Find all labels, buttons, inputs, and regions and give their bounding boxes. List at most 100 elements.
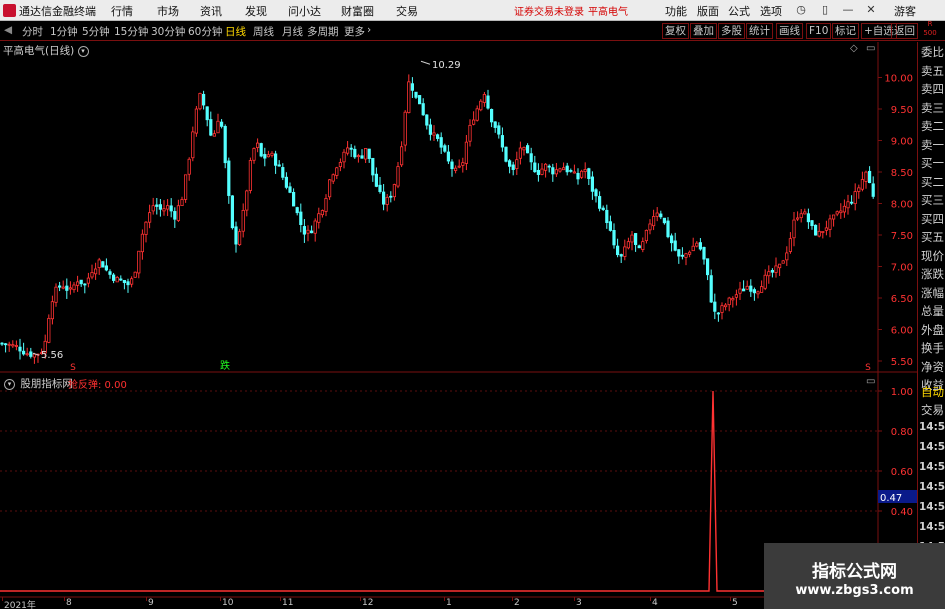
indicator-tick-label-1: 0.60: [891, 467, 913, 478]
candle-body-155: [558, 168, 562, 172]
candle-body-227: [817, 230, 821, 237]
candle-body-189: [680, 254, 685, 257]
candle-body-175: [630, 234, 634, 243]
date-axis-tick-1: [64, 597, 65, 601]
corner-badge-top: R: [927, 20, 933, 28]
candle-body-108: [389, 195, 393, 198]
main-pane-title[interactable]: 平高电气(日线) ▾: [3, 43, 91, 58]
candle-body-118: [425, 114, 429, 126]
candle-body-166: [598, 196, 602, 209]
quote-label-10: 买五: [921, 230, 944, 244]
candle-body-8: [29, 351, 33, 357]
candle-body-30: [108, 271, 112, 275]
candle-body-167: [601, 207, 605, 210]
candle-body-240: [864, 171, 868, 182]
candle-body-49: [176, 205, 180, 221]
tick-time-2: 14:56: [919, 461, 945, 473]
price-tick-label-5: 8.00: [891, 200, 913, 211]
candle-body-188: [677, 249, 681, 257]
candle-body-139: [500, 135, 505, 148]
die-signal-marker: 跌: [220, 359, 230, 372]
indicator-tick-label-2: 0.80: [891, 427, 913, 438]
chevron-down-icon[interactable]: ▾: [4, 379, 15, 390]
date-axis-label-2: 9: [148, 598, 154, 608]
candle-body-88: [317, 213, 321, 223]
candle-body-102: [367, 148, 371, 159]
candle-body-157: [565, 165, 569, 173]
indicator-tick-label-0: 0.40: [891, 507, 913, 518]
candle-body-32: [115, 276, 119, 283]
window-icon-2[interactable]: ▭: [866, 376, 875, 387]
candle-body-144: [518, 147, 523, 159]
auto-trade-label-0[interactable]: 自动: [921, 384, 944, 400]
candle-body-127: [457, 165, 461, 168]
tick-time-0: 14:56: [919, 421, 945, 433]
quote-label-11: 现价: [921, 248, 944, 263]
candle-body-96: [345, 147, 350, 154]
candle-body-146: [526, 145, 530, 154]
candle-body-203: [731, 298, 735, 301]
date-axis-tick-3: [220, 597, 221, 601]
candle-body-117: [421, 103, 425, 116]
candle-body-20: [72, 284, 76, 291]
candle-body-142: [511, 164, 515, 170]
candle-body-205: [738, 288, 742, 294]
candle-body-216: [778, 263, 782, 269]
candle-body-179: [644, 229, 649, 242]
candle-body-42: [151, 205, 155, 212]
candle-body-16: [58, 285, 62, 288]
candle-body-94: [338, 162, 343, 167]
watermark-url: www.zbgs3.com: [795, 583, 914, 598]
date-axis-tick-5: [360, 597, 361, 601]
quote-label-0: 委比: [921, 45, 944, 59]
candle-body-135: [486, 95, 490, 109]
candle-body-17: [61, 286, 65, 289]
candle-body-130: [468, 124, 472, 142]
candle-body-37: [133, 271, 137, 278]
chevron-down-icon[interactable]: ▾: [77, 46, 89, 57]
main-pane-title-text: 平高电气(日线): [3, 45, 75, 57]
quote-label-6: 买一: [921, 156, 944, 170]
candle-body-232: [835, 211, 839, 215]
candle-body-176: [634, 233, 638, 245]
candle-body-100: [360, 155, 364, 159]
candle-body-80: [288, 186, 292, 193]
candle-body-136: [489, 108, 494, 123]
candle-body-120: [432, 132, 436, 136]
candle-body-60: [216, 120, 220, 134]
window-icon[interactable]: ▭: [866, 43, 875, 54]
candle-body-89: [320, 210, 325, 216]
kline-chart-canvas[interactable]: 10.29 5.56 S S 跌 5.50 6.00 6.50 7.00 7.50 8.00 8.5…: [0, 0, 917, 609]
date-axis-tick-9: [650, 597, 651, 601]
high-annotation-label: 10.29: [432, 60, 461, 71]
price-tick-label-8: 9.50: [891, 105, 913, 116]
indicator-pane-title[interactable]: ▾ 股朋指标网: [4, 376, 73, 391]
candle-body-206: [742, 288, 746, 292]
candle-body-36: [129, 278, 134, 285]
signal-s-marker-right: S: [865, 363, 871, 373]
diamond-icon[interactable]: ◇: [850, 43, 858, 54]
candle-body-7: [25, 353, 29, 356]
candle-body-151: [544, 163, 548, 171]
quote-label-13: 涨幅: [921, 285, 944, 300]
candle-body-6: [21, 350, 26, 355]
candle-body-162: [583, 169, 587, 172]
candle-body-15: [54, 286, 58, 303]
candle-body-182: [655, 212, 659, 217]
candle-body-82: [295, 207, 299, 214]
candle-body-210: [756, 291, 760, 295]
quote-label-2: 卖四: [921, 82, 944, 96]
candle-body-129: [464, 141, 469, 164]
quote-label-9: 买四: [921, 211, 944, 226]
candle-body-66: [237, 231, 242, 246]
candle-body-57: [205, 106, 209, 121]
candle-body-14: [50, 301, 55, 320]
candle-body-184: [662, 217, 667, 224]
candle-body-148: [533, 162, 537, 173]
candle-body-106: [381, 191, 386, 205]
candle-body-24: [86, 277, 90, 284]
auto-trade-label-1[interactable]: 交易: [921, 402, 944, 418]
candle-body-221: [796, 217, 800, 220]
quote-label-17: 净资: [921, 359, 944, 374]
date-axis-tick-2: [146, 597, 147, 601]
